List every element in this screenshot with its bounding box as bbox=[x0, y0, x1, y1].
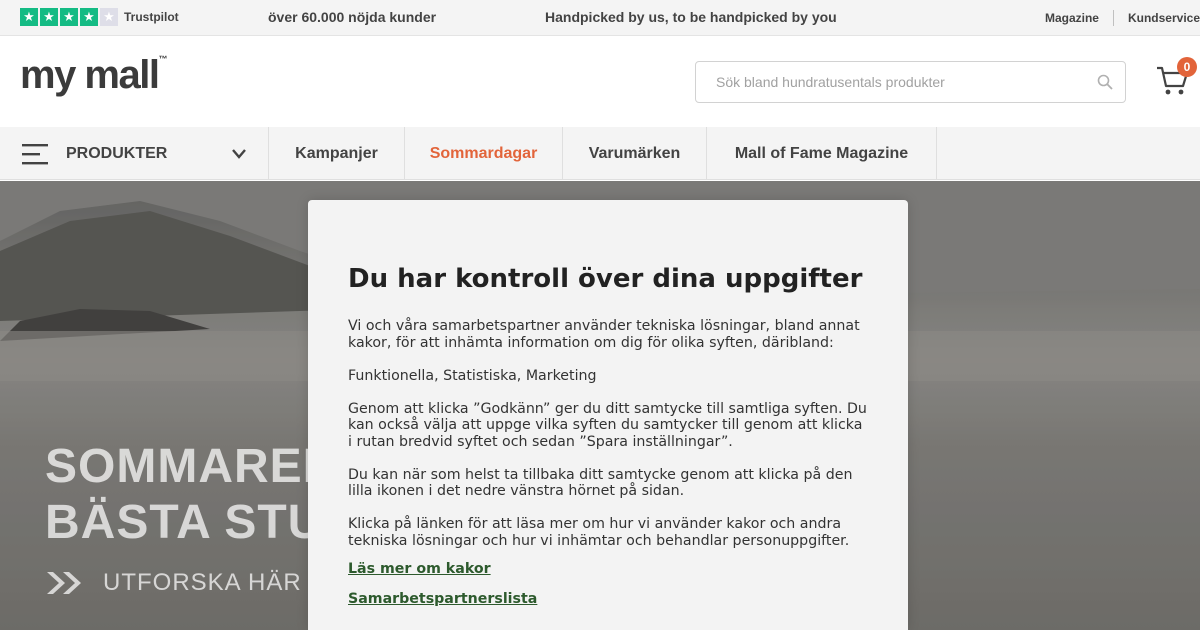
read-more-cookies-link[interactable]: Läs mer om kakor bbox=[348, 561, 868, 577]
modal-backdrop: Du har kontroll över dina uppgifter Vi o… bbox=[0, 0, 1200, 630]
consent-title: Du har kontroll över dina uppgifter bbox=[348, 264, 863, 294]
consent-paragraph: Klicka på länken för att läsa mer om hur… bbox=[348, 516, 850, 549]
consent-purposes: Funktionella, Statistiska, Marketing bbox=[348, 367, 597, 384]
consent-paragraph: Du kan när som helst ta tillbaka ditt sa… bbox=[348, 466, 853, 500]
partners-list-link[interactable]: Samarbetspartnerslista bbox=[348, 591, 868, 607]
consent-paragraph: Genom att klicka ”Godkänn” ger du ditt s… bbox=[348, 400, 867, 450]
cookie-consent-dialog: Du har kontroll över dina uppgifter Vi o… bbox=[308, 200, 908, 630]
consent-paragraph: Vi och våra samarbetspartner använder te… bbox=[348, 318, 860, 351]
